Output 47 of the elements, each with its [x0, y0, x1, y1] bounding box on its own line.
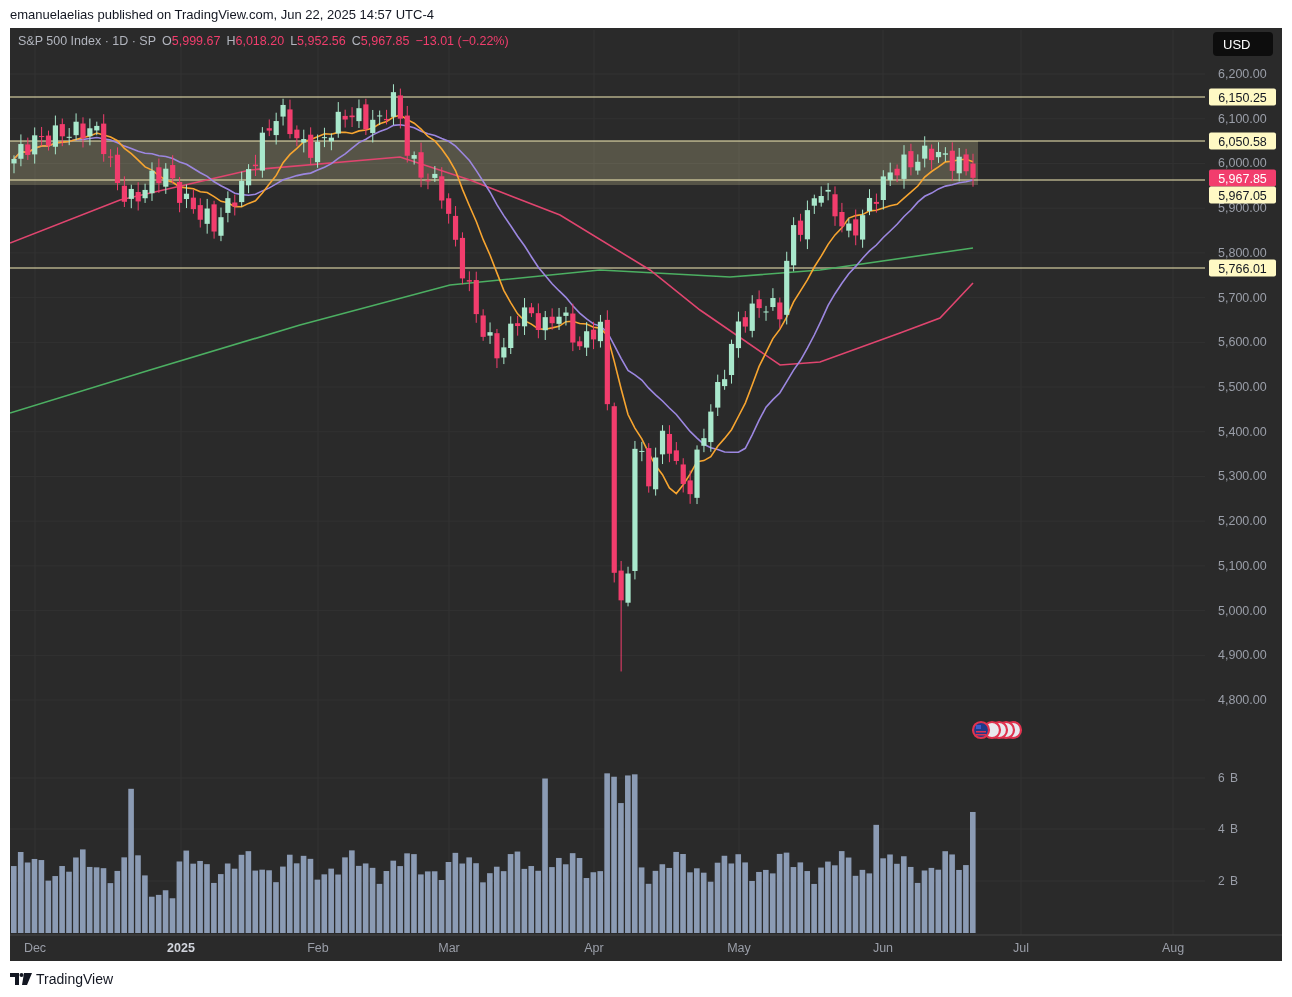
price-change: −13.01 (−0.22%)	[415, 34, 509, 48]
price-axis-label: 6,000.00	[1218, 156, 1267, 171]
ohlc-value: 5,952.56	[297, 34, 346, 48]
price-axis-label: 5,000.00	[1218, 603, 1267, 618]
ohlc-value: 6,018.20	[235, 34, 285, 48]
price-axis-label: 5,700.00	[1218, 290, 1267, 305]
time-axis-label: Feb	[307, 941, 329, 955]
last-price-label: 5,967.85	[1209, 169, 1276, 187]
price-axis-label: 6,200.00	[1218, 67, 1267, 81]
ohlc-label: C	[351, 34, 361, 48]
time-axis-label: Aug	[1161, 941, 1185, 955]
price-axis-label: 5,300.00	[1218, 469, 1267, 484]
price-axis-label: 5,900.00	[1218, 201, 1267, 216]
level-price-label: 5,766.01	[1209, 259, 1276, 277]
price-axis-label: 5,400.00	[1218, 424, 1267, 439]
level-price-label: 5,967.05	[1209, 186, 1276, 204]
price-axis-label: 5,200.00	[1218, 514, 1267, 529]
volume-axis-label: 4 B	[1218, 822, 1239, 836]
volume-axis-label: 2 B	[1218, 874, 1239, 888]
ohlc-label: O	[162, 34, 172, 48]
level-price-label: 6,050.58	[1209, 132, 1276, 150]
price-axis-label: 6,100.00	[1218, 111, 1267, 126]
price-axis-label: 4,800.00	[1218, 693, 1267, 707]
ohlc-label: H	[226, 34, 236, 48]
price-axis-label: 5,600.00	[1218, 335, 1267, 350]
publish-line: emanuelaelias published on TradingView.com, Jun 22, 2025 14:57 UTC-4	[10, 6, 434, 22]
currency-button[interactable]: USD	[1213, 32, 1273, 56]
price-axis-label: 4,900.00	[1218, 648, 1267, 663]
level-price-label: 6,150.25	[1209, 88, 1276, 106]
time-axis-label: Jul	[1013, 941, 1029, 955]
time-axis-label: May	[727, 941, 751, 955]
time-axis-label: Dec	[23, 941, 47, 955]
symbol-title: S&P 500 Index · 1D · SP	[18, 34, 157, 48]
logo-icon	[10, 973, 32, 985]
time-axis-label: Mar	[438, 941, 460, 955]
ohlc-value: 5,967.85	[360, 34, 410, 48]
flag-events-icon[interactable]	[971, 720, 1023, 740]
price-axis-label: 5,800.00	[1218, 245, 1267, 260]
ohlc-value: 5,999.67	[171, 34, 221, 48]
time-axis-label: Apr	[584, 941, 604, 955]
time-axis-label: 2025	[167, 941, 195, 955]
brand-name: TradingView	[36, 971, 114, 987]
price-axis-label: 5,100.00	[1218, 558, 1267, 573]
ohlc-label: L	[290, 34, 298, 48]
volume-axis-label: 6 B	[1218, 771, 1239, 785]
price-axis-label: 5,500.00	[1218, 380, 1267, 394]
time-axis-label: Jun	[872, 941, 894, 955]
